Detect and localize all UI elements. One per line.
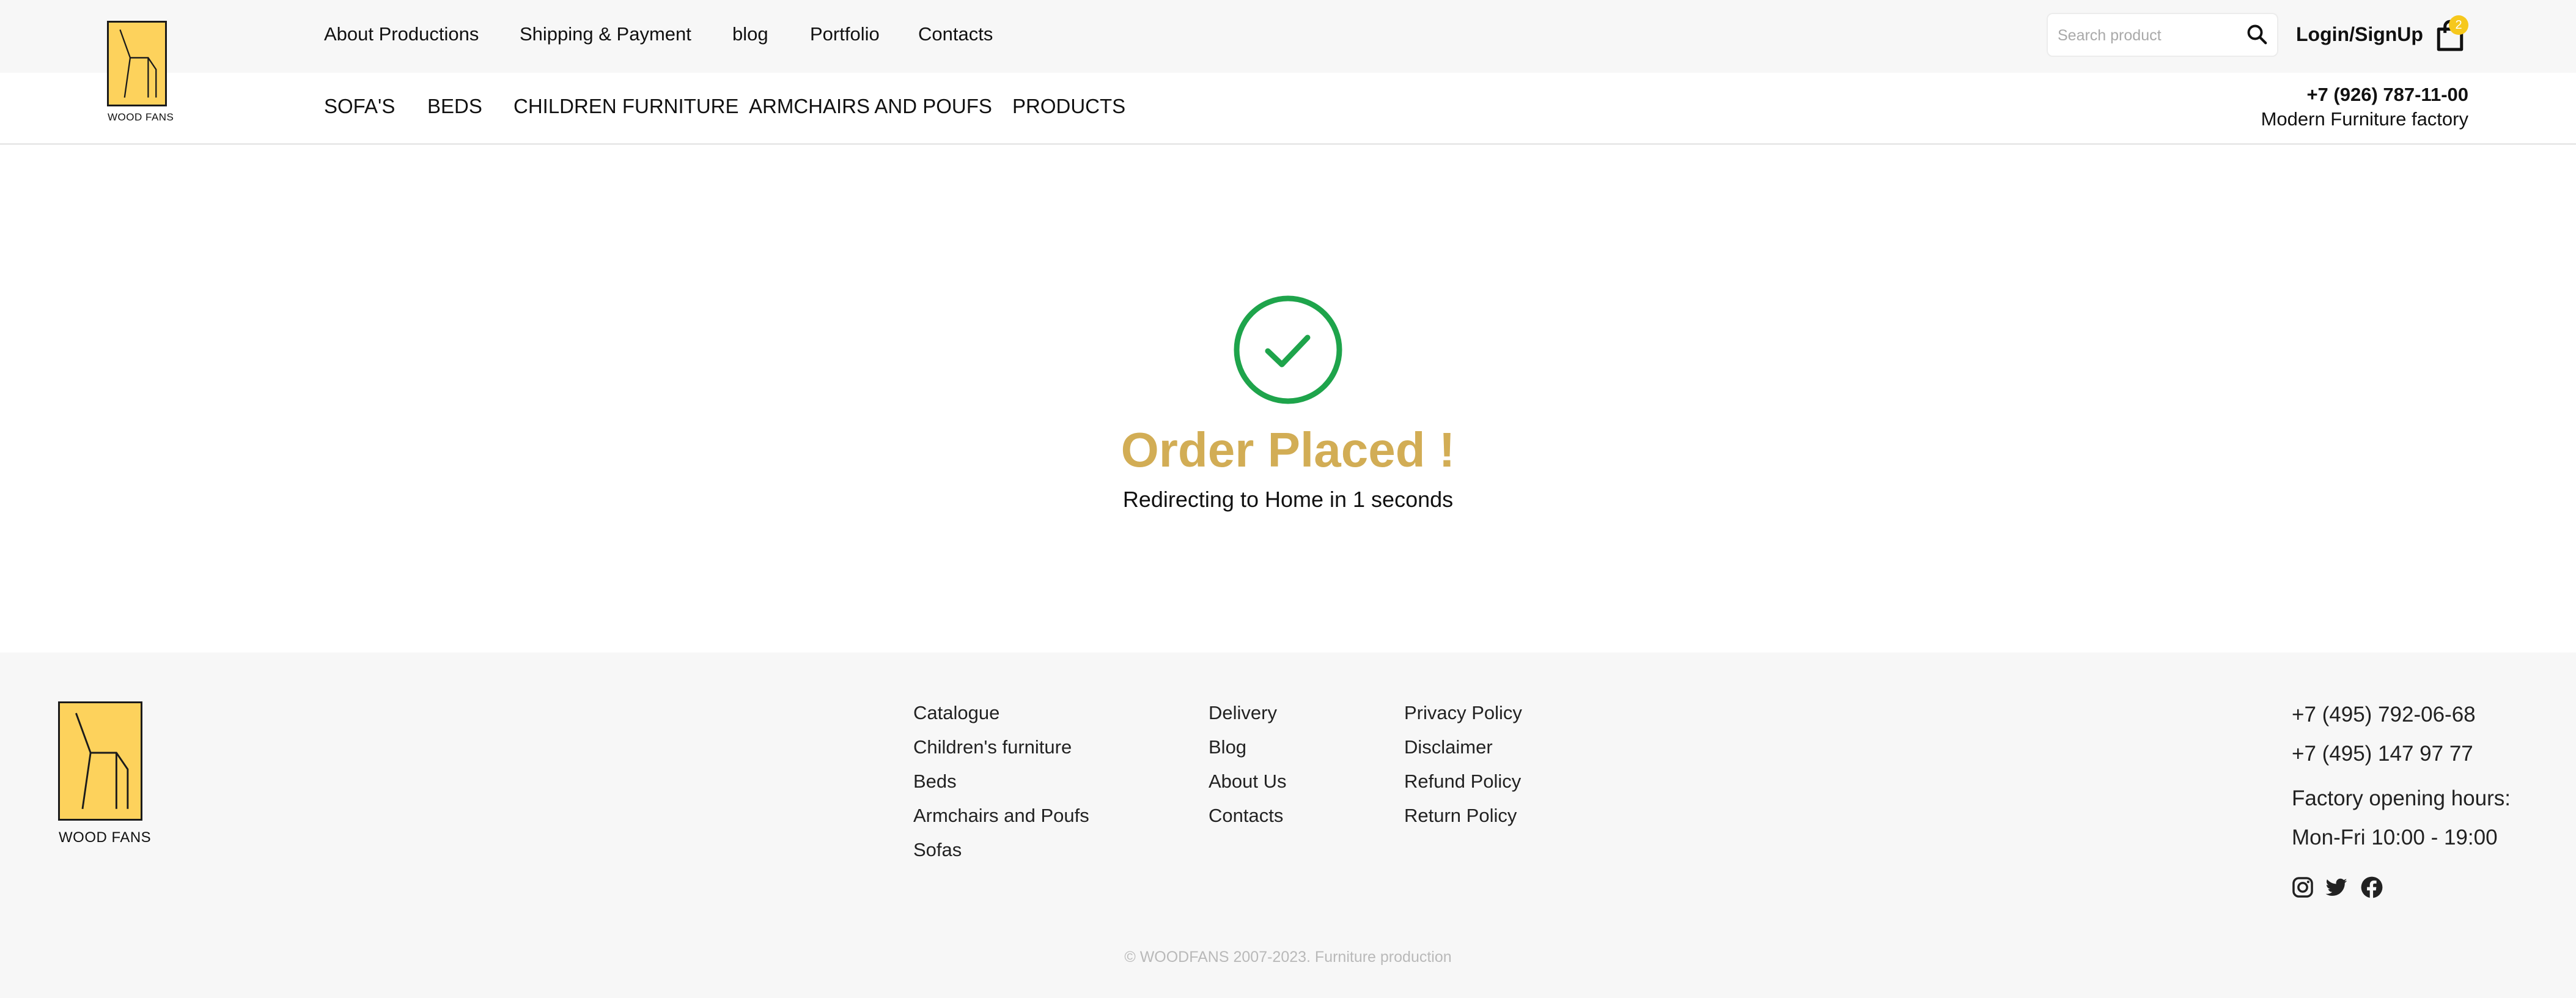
footer-link-beds[interactable]: Beds — [913, 771, 957, 793]
category-sofas[interactable]: SOFA'S — [324, 95, 395, 118]
nav-about-productions[interactable]: About Productions — [324, 23, 479, 45]
footer-link-disclaimer[interactable]: Disclaimer — [1404, 736, 1493, 758]
footer-logo[interactable] — [58, 701, 142, 821]
login-signup-link[interactable]: Login/SignUp — [2296, 23, 2423, 46]
nav-portfolio[interactable]: Portfolio — [810, 23, 880, 45]
check-circle-icon — [1234, 295, 1342, 404]
footer-phone-1[interactable]: +7 (495) 792-06-68 — [2292, 703, 2476, 727]
footer — [0, 652, 2576, 998]
category-children-furniture[interactable]: CHILDREN FURNITURE — [513, 95, 739, 118]
footer-link-sofas[interactable]: Sofas — [913, 839, 962, 861]
header-logo[interactable] — [107, 21, 167, 106]
header-tagline: Modern Furniture factory — [2261, 108, 2468, 130]
footer-link-privacy-policy[interactable]: Privacy Policy — [1404, 702, 1522, 724]
cart-count-badge: 2 — [2449, 15, 2468, 35]
category-beds[interactable]: BEDS — [427, 95, 482, 118]
twitter-icon[interactable] — [2325, 876, 2348, 899]
search-input[interactable] — [2056, 24, 2242, 47]
chair-logo-icon — [75, 712, 129, 810]
chair-logo-icon — [119, 29, 157, 98]
footer-link-contacts[interactable]: Contacts — [1209, 805, 1283, 827]
footer-link-return-policy[interactable]: Return Policy — [1404, 805, 1517, 827]
copyright-text: © WOODFANS 2007-2023. Furniture producti… — [1124, 948, 1452, 966]
footer-hours: Mon-Fri 10:00 - 19:00 — [2292, 826, 2498, 849]
footer-logo-caption: WOOD FANS — [59, 829, 152, 846]
header-phone[interactable]: +7 (926) 787-11-00 — [2306, 84, 2468, 106]
footer-link-childrens-furniture[interactable]: Children's furniture — [913, 736, 1072, 758]
instagram-icon[interactable] — [2291, 876, 2314, 899]
redirect-message: Redirecting to Home in 1 seconds — [1122, 487, 1454, 512]
footer-phone-2[interactable]: +7 (495) 147 97 77 — [2292, 742, 2473, 766]
category-armchairs-poufs[interactable]: ARMCHAIRS AND POUFS — [749, 95, 992, 118]
order-placed-title: Order Placed ! — [1121, 423, 1455, 477]
facebook-icon[interactable] — [2360, 876, 2383, 899]
footer-link-catalogue[interactable]: Catalogue — [913, 702, 999, 724]
footer-link-delivery[interactable]: Delivery — [1209, 702, 1277, 724]
footer-link-blog[interactable]: Blog — [1209, 736, 1246, 758]
footer-link-refund-policy[interactable]: Refund Policy — [1404, 771, 1521, 793]
logo-caption: WOOD FANS — [108, 111, 174, 123]
footer-hours-label: Factory opening hours: — [2292, 786, 2511, 810]
search-box — [2047, 13, 2278, 57]
footer-link-armchairs-poufs[interactable]: Armchairs and Poufs — [913, 805, 1089, 827]
nav-contacts[interactable]: Contacts — [918, 23, 993, 45]
category-products[interactable]: PRODUCTS — [1012, 95, 1125, 118]
nav-blog[interactable]: blog — [732, 23, 768, 45]
search-icon[interactable] — [2246, 23, 2268, 45]
nav-shipping-payment[interactable]: Shipping & Payment — [520, 23, 691, 45]
footer-link-about-us[interactable]: About Us — [1209, 771, 1287, 793]
